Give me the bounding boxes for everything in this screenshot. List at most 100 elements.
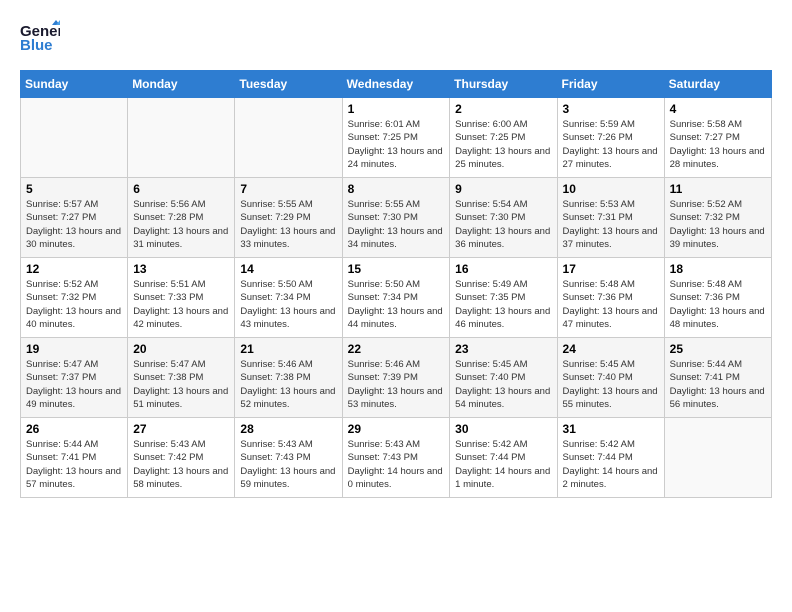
day-number: 6 [133, 182, 229, 196]
day-info: Sunrise: 5:54 AMSunset: 7:30 PMDaylight:… [455, 198, 551, 251]
calendar-cell: 15Sunrise: 5:50 AMSunset: 7:34 PMDayligh… [342, 258, 450, 338]
calendar-cell: 13Sunrise: 5:51 AMSunset: 7:33 PMDayligh… [128, 258, 235, 338]
calendar-cell: 1Sunrise: 6:01 AMSunset: 7:25 PMDaylight… [342, 98, 450, 178]
day-info: Sunrise: 5:42 AMSunset: 7:44 PMDaylight:… [455, 438, 551, 491]
day-info: Sunrise: 5:47 AMSunset: 7:38 PMDaylight:… [133, 358, 229, 411]
calendar-cell [21, 98, 128, 178]
day-number: 15 [348, 262, 445, 276]
day-number: 18 [670, 262, 766, 276]
weekday-header-row: SundayMondayTuesdayWednesdayThursdayFrid… [21, 71, 772, 98]
calendar-cell: 3 Sunrise: 5:59 AMSunset: 7:26 PMDaylight… [557, 98, 664, 178]
page-header: General Blue [20, 20, 772, 60]
day-info: Sunrise: 5:45 AMSunset: 7:40 PMDaylight:… [455, 358, 551, 411]
day-number: 17 [563, 262, 659, 276]
day-number: 10 [563, 182, 659, 196]
day-info: Sunrise: 5:43 AMSunset: 7:42 PMDaylight:… [133, 438, 229, 491]
calendar-cell: 21 Sunrise: 5:46 AMSunset: 7:38 PMDayligh… [235, 338, 342, 418]
calendar-week-row: 19 Sunrise: 5:47 AMSunset: 7:37 PMDayligh… [21, 338, 772, 418]
day-number: 3 [563, 102, 659, 116]
calendar-cell: 4 Sunrise: 5:58 AMSunset: 7:27 PMDaylight… [664, 98, 771, 178]
logo-icon: General Blue [20, 20, 60, 60]
day-info: Sunrise: 5:55 AMSunset: 7:29 PMDaylight:… [240, 198, 336, 251]
weekday-header-tuesday: Tuesday [235, 71, 342, 98]
day-number: 12 [26, 262, 122, 276]
weekday-header-saturday: Saturday [664, 71, 771, 98]
day-info: Sunrise: 5:43 AMSunset: 7:43 PMDaylight:… [348, 438, 445, 491]
day-number: 19 [26, 342, 122, 356]
day-info: Sunrise: 5:46 AMSunset: 7:39 PMDaylight:… [348, 358, 445, 411]
day-info: Sunrise: 5:47 AMSunset: 7:37 PMDaylight:… [26, 358, 122, 411]
day-number: 11 [670, 182, 766, 196]
day-info: Sunrise: 5:59 AMSunset: 7:26 PMDaylight:… [563, 118, 659, 171]
day-number: 25 [670, 342, 766, 356]
day-info: Sunrise: 5:57 AMSunset: 7:27 PMDaylight:… [26, 198, 122, 251]
day-info: Sunrise: 5:53 AMSunset: 7:31 PMDaylight:… [563, 198, 659, 251]
calendar-cell: 10 Sunrise: 5:53 AMSunset: 7:31 PMDayligh… [557, 178, 664, 258]
day-info: Sunrise: 5:48 AMSunset: 7:36 PMDaylight:… [670, 278, 766, 331]
day-number: 9 [455, 182, 551, 196]
calendar-cell: 6 Sunrise: 5:56 AMSunset: 7:28 PMDaylight… [128, 178, 235, 258]
day-number: 30 [455, 422, 551, 436]
calendar-cell: 31 Sunrise: 5:42 AMSunset: 7:44 PMDayligh… [557, 418, 664, 498]
calendar-table: SundayMondayTuesdayWednesdayThursdayFrid… [20, 70, 772, 498]
day-info: Sunrise: 5:56 AMSunset: 7:28 PMDaylight:… [133, 198, 229, 251]
calendar-cell: 9 Sunrise: 5:54 AMSunset: 7:30 PMDaylight… [450, 178, 557, 258]
day-info: Sunrise: 5:58 AMSunset: 7:27 PMDaylight:… [670, 118, 766, 171]
calendar-week-row: 26Sunrise: 5:44 AMSunset: 7:41 PMDayligh… [21, 418, 772, 498]
calendar-week-row: 12Sunrise: 5:52 AMSunset: 7:32 PMDayligh… [21, 258, 772, 338]
day-number: 22 [348, 342, 445, 356]
day-info: Sunrise: 5:50 AMSunset: 7:34 PMDaylight:… [240, 278, 336, 331]
weekday-header-friday: Friday [557, 71, 664, 98]
calendar-cell: 24 Sunrise: 5:45 AMSunset: 7:40 PMDayligh… [557, 338, 664, 418]
day-number: 27 [133, 422, 229, 436]
day-number: 13 [133, 262, 229, 276]
calendar-cell [664, 418, 771, 498]
day-number: 1 [348, 102, 445, 116]
calendar-cell: 17 Sunrise: 5:48 AMSunset: 7:36 PMDayligh… [557, 258, 664, 338]
day-info: Sunrise: 5:44 AMSunset: 7:41 PMDaylight:… [670, 358, 766, 411]
day-number: 4 [670, 102, 766, 116]
calendar-cell [235, 98, 342, 178]
weekday-header-sunday: Sunday [21, 71, 128, 98]
calendar-cell: 28Sunrise: 5:43 AMSunset: 7:43 PMDayligh… [235, 418, 342, 498]
day-info: Sunrise: 5:55 AMSunset: 7:30 PMDaylight:… [348, 198, 445, 251]
weekday-header-wednesday: Wednesday [342, 71, 450, 98]
calendar-cell: 18 Sunrise: 5:48 AMSunset: 7:36 PMDayligh… [664, 258, 771, 338]
day-number: 7 [240, 182, 336, 196]
day-info: Sunrise: 5:42 AMSunset: 7:44 PMDaylight:… [563, 438, 659, 491]
calendar-cell: 14 Sunrise: 5:50 AMSunset: 7:34 PMDayligh… [235, 258, 342, 338]
day-number: 2 [455, 102, 551, 116]
day-number: 20 [133, 342, 229, 356]
day-number: 21 [240, 342, 336, 356]
calendar-cell: 2 Sunrise: 6:00 AMSunset: 7:25 PMDaylight… [450, 98, 557, 178]
calendar-cell: 12Sunrise: 5:52 AMSunset: 7:32 PMDayligh… [21, 258, 128, 338]
calendar-cell [128, 98, 235, 178]
day-number: 26 [26, 422, 122, 436]
day-number: 28 [240, 422, 336, 436]
calendar-week-row: 5 Sunrise: 5:57 AMSunset: 7:27 PMDaylight… [21, 178, 772, 258]
calendar-cell: 23Sunrise: 5:45 AMSunset: 7:40 PMDayligh… [450, 338, 557, 418]
calendar-cell: 19 Sunrise: 5:47 AMSunset: 7:37 PMDayligh… [21, 338, 128, 418]
day-info: Sunrise: 5:49 AMSunset: 7:35 PMDaylight:… [455, 278, 551, 331]
calendar-cell: 8Sunrise: 5:55 AMSunset: 7:30 PMDaylight… [342, 178, 450, 258]
day-info: Sunrise: 6:00 AMSunset: 7:25 PMDaylight:… [455, 118, 551, 171]
logo: General Blue [20, 20, 60, 60]
day-number: 31 [563, 422, 659, 436]
calendar-cell: 27 Sunrise: 5:43 AMSunset: 7:42 PMDayligh… [128, 418, 235, 498]
day-info: Sunrise: 5:48 AMSunset: 7:36 PMDaylight:… [563, 278, 659, 331]
day-info: Sunrise: 5:52 AMSunset: 7:32 PMDaylight:… [670, 198, 766, 251]
weekday-header-monday: Monday [128, 71, 235, 98]
day-number: 29 [348, 422, 445, 436]
day-info: Sunrise: 5:45 AMSunset: 7:40 PMDaylight:… [563, 358, 659, 411]
day-number: 16 [455, 262, 551, 276]
calendar-cell: 30 Sunrise: 5:42 AMSunset: 7:44 PMDayligh… [450, 418, 557, 498]
day-number: 5 [26, 182, 122, 196]
day-number: 24 [563, 342, 659, 356]
calendar-cell: 22 Sunrise: 5:46 AMSunset: 7:39 PMDayligh… [342, 338, 450, 418]
day-number: 14 [240, 262, 336, 276]
calendar-cell: 5 Sunrise: 5:57 AMSunset: 7:27 PMDaylight… [21, 178, 128, 258]
calendar-cell: 7 Sunrise: 5:55 AMSunset: 7:29 PMDaylight… [235, 178, 342, 258]
calendar-cell: 16 Sunrise: 5:49 AMSunset: 7:35 PMDayligh… [450, 258, 557, 338]
day-info: Sunrise: 5:46 AMSunset: 7:38 PMDaylight:… [240, 358, 336, 411]
calendar-cell: 11 Sunrise: 5:52 AMSunset: 7:32 PMDayligh… [664, 178, 771, 258]
